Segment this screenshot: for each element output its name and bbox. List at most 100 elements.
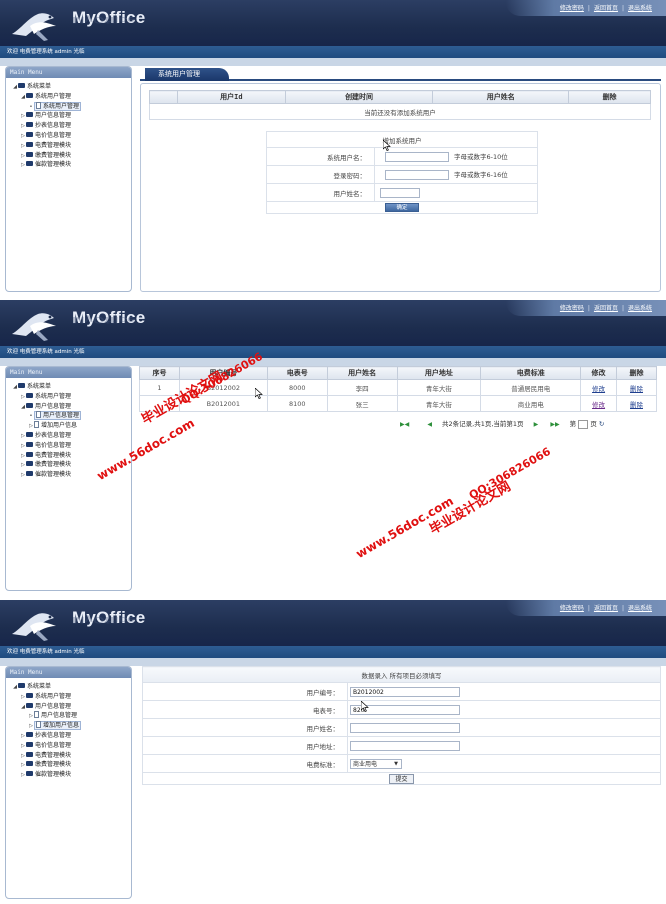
tree-node-price[interactable]: ▷ 电价信息管理 xyxy=(12,741,131,751)
folder-icon xyxy=(26,141,33,147)
main-content: 系统用户管理 用户Id 创建时间 用户姓名 删除 当前还没有添加系统用户 增加系… xyxy=(140,66,661,292)
tree-node-root[interactable]: ◢ 系统菜单 xyxy=(12,82,131,92)
divider-strip xyxy=(0,358,666,366)
screenshot-system-user-management: MyOffice MyOffice 修改密码 | 返回首页 | 退出系统 欢迎 电费管理… xyxy=(0,0,666,297)
sidebar: Main Menu ◢ 系统菜单 ▷ 系统用户管理 ◢ 用户信息管理 ▷ 用户信息管理 … xyxy=(5,666,132,899)
tree-node-payment[interactable]: ▷ 缴费管理模块 xyxy=(12,760,131,770)
delete-link[interactable]: 删除 xyxy=(630,401,643,409)
tree-node-reminder[interactable]: ▷ 催款管理模块 xyxy=(12,770,131,780)
folder-icon xyxy=(26,161,33,167)
username-input[interactable] xyxy=(385,152,449,162)
screenshot-user-info-list: MyOffice MyOffice 修改密码 | 返回首页 | 退出系统 欢迎 电费管理… xyxy=(0,300,666,596)
logout-link[interactable]: 退出系统 xyxy=(628,605,652,612)
top-links: 修改密码 | 返回首页 | 退出系统 xyxy=(506,0,666,16)
change-password-link[interactable]: 修改密码 xyxy=(560,305,584,312)
logout-link[interactable]: 退出系统 xyxy=(628,5,652,12)
tree-node-reminder[interactable]: ▷ 催款管理模块 xyxy=(12,160,131,170)
tree-node-user-info[interactable]: ◢ 用户信息管理 xyxy=(12,702,131,712)
folder-icon xyxy=(26,92,33,98)
tab-system-user[interactable]: 系统用户管理 xyxy=(145,68,229,81)
folder-icon xyxy=(26,431,33,437)
welcome-bar: 欢迎 电费管理系统 admin 光临 xyxy=(0,646,666,658)
logout-link[interactable]: 退出系统 xyxy=(628,305,652,312)
tree-node-system-user[interactable]: ▷ 系统用户管理 xyxy=(12,392,131,402)
tree-node-price[interactable]: ▷ 电价信息管理 xyxy=(12,131,131,141)
delete-link[interactable]: 删除 xyxy=(630,385,643,393)
mouse-cursor-icon xyxy=(361,701,369,712)
add-system-user-form: 增加系统用户 系统用户名： 字母或数字6-10位 登录密码： 字母或数字6-16… xyxy=(266,131,538,214)
folder-icon xyxy=(26,751,33,757)
realname-input[interactable] xyxy=(380,187,420,198)
folder-icon xyxy=(26,402,33,408)
tree-node-meter-reading[interactable]: ▷ 抄表信息管理 xyxy=(12,431,131,441)
divider-strip xyxy=(0,658,666,666)
form-title: 数据录入 所有项目必须填写 xyxy=(142,666,661,683)
edit-link[interactable]: 修改 xyxy=(592,401,605,409)
user-id-input[interactable]: B2012002 xyxy=(350,686,460,697)
form-row-name: 用户姓名： xyxy=(142,718,661,737)
tree-leaf-system-user-manage[interactable]: • 系统用户管理 xyxy=(12,101,131,112)
tree-node-bill[interactable]: ▷ 电费管理模块 xyxy=(12,141,131,151)
bird-logo-icon xyxy=(12,313,56,341)
home-link[interactable]: 返回首页 xyxy=(594,305,618,312)
document-icon xyxy=(34,711,39,719)
change-password-link[interactable]: 修改密码 xyxy=(560,605,584,612)
folder-icon xyxy=(26,131,33,137)
form-row-user-id: 用户编号： B2012002 xyxy=(142,682,661,701)
tree-node-payment[interactable]: ▷ 缴费管理模块 xyxy=(12,151,131,161)
system-user-table: 用户Id 创建时间 用户姓名 删除 当前还没有添加系统用户 xyxy=(149,90,651,120)
home-link[interactable]: 返回首页 xyxy=(594,5,618,12)
address-input[interactable] xyxy=(350,740,460,751)
submit-button[interactable]: 提交 xyxy=(389,773,414,784)
table-row: B2012001 8100 张三 青年大街 商业用电 修改 删除 xyxy=(139,395,657,412)
name-input[interactable] xyxy=(350,722,460,733)
content-panel: 用户Id 创建时间 用户姓名 删除 当前还没有添加系统用户 增加系统用户 系统用… xyxy=(140,83,661,292)
tree-leaf-add-user-info[interactable]: ▷ 增加用户信息 xyxy=(12,421,131,431)
tree-node-meter-reading[interactable]: ▷ 抄表信息管理 xyxy=(12,121,131,131)
tree-node-price[interactable]: ▷ 电价信息管理 xyxy=(12,441,131,451)
rate-select[interactable]: 商业用电 ▼ xyxy=(350,758,402,769)
go-icon[interactable]: ↻ xyxy=(599,420,604,428)
mouse-cursor-icon xyxy=(255,388,263,399)
bird-logo-icon xyxy=(12,13,56,41)
sidebar-title: Main Menu xyxy=(6,367,131,378)
tree-node-root[interactable]: ◢ 系统菜单 xyxy=(12,382,131,392)
prev-page-icon[interactable]: ◀ xyxy=(427,421,432,428)
home-link[interactable]: 返回首页 xyxy=(594,605,618,612)
tree-node-root[interactable]: ◢ 系统菜单 xyxy=(12,682,131,692)
folder-icon xyxy=(26,741,33,747)
brand-reflection: MyOffice xyxy=(72,314,136,325)
col-user-id: 用户Id xyxy=(176,90,286,104)
tree-node-user-info[interactable]: ◢ 用户信息管理 xyxy=(12,402,131,412)
tab-bar: 系统用户管理 xyxy=(140,66,661,81)
last-page-icon[interactable]: ▶▶ xyxy=(550,421,559,428)
tree-node-user-info[interactable]: ▷ 用户信息管理 xyxy=(12,111,131,121)
tree-node-system-user[interactable]: ◢ 系统用户管理 xyxy=(12,92,131,102)
folder-icon xyxy=(26,122,33,128)
password-input[interactable] xyxy=(385,170,449,180)
form-row-meter: 电表号： 820 xyxy=(142,700,661,719)
welcome-bar: 欢迎 电费管理系统 admin 光临 xyxy=(0,46,666,58)
folder-icon xyxy=(26,112,33,118)
main-content: 数据录入 所有项目必须填写 用户编号： B2012002 电表号： 820 用户… xyxy=(140,666,661,899)
edit-link[interactable]: 修改 xyxy=(592,385,605,393)
form-row-realname: 用户姓名： xyxy=(266,183,538,202)
confirm-button[interactable]: 确定 xyxy=(385,203,419,212)
chevron-down-icon: ▼ xyxy=(394,760,398,767)
folder-icon xyxy=(26,151,33,157)
next-page-icon[interactable]: ▶ xyxy=(534,421,539,428)
page-number-input[interactable] xyxy=(578,419,589,429)
folder-icon xyxy=(26,771,33,777)
top-links: 修改密码 | 返回首页 | 退出系统 xyxy=(506,600,666,616)
tree-leaf-add-user-info[interactable]: ▷ 增加用户信息 xyxy=(12,721,131,731)
menu-tree: ◢ 系统菜单 ▷ 系统用户管理 ◢ 用户信息管理 ▷ 用户信息管理 ▷ 增加用户信息 ▷ 抄… xyxy=(6,678,131,780)
first-page-icon[interactable]: ▶◀ xyxy=(400,421,409,428)
tree-leaf-user-info-manage[interactable]: • 用户信息管理 xyxy=(12,411,131,421)
folder-icon xyxy=(26,702,33,708)
tree-node-bill[interactable]: ▷ 电费管理模块 xyxy=(12,751,131,761)
menu-tree: ◢ 系统菜单 ◢ 系统用户管理 • 系统用户管理 ▷ 用户信息管理 ▷ 抄表信息管理 ▷ 电… xyxy=(6,78,131,170)
tree-leaf-user-info-manage[interactable]: ▷ 用户信息管理 xyxy=(12,711,131,721)
tree-node-meter-reading[interactable]: ▷ 抄表信息管理 xyxy=(12,731,131,741)
change-password-link[interactable]: 修改密码 xyxy=(560,5,584,12)
tree-node-system-user[interactable]: ▷ 系统用户管理 xyxy=(12,692,131,702)
